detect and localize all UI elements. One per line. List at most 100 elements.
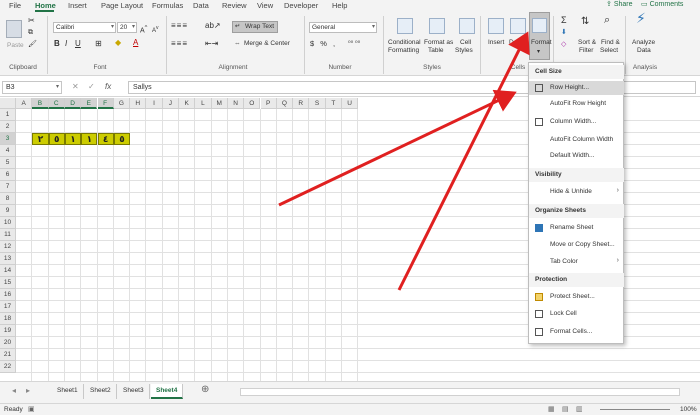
cell[interactable]: ٥ bbox=[113, 133, 131, 145]
column-header[interactable]: A bbox=[16, 98, 33, 109]
zoom-slider[interactable] bbox=[600, 409, 670, 410]
share-button[interactable]: ⇪ Share bbox=[606, 0, 633, 11]
tab-file[interactable]: File bbox=[9, 1, 21, 10]
conditional-formatting-icon[interactable] bbox=[397, 18, 413, 34]
macro-icon[interactable]: ▣ bbox=[28, 405, 35, 413]
normal-view-icon[interactable]: ▦ bbox=[548, 405, 555, 413]
italic-icon[interactable]: I bbox=[65, 40, 67, 48]
row-header[interactable]: 22 bbox=[0, 361, 16, 373]
scroll-right-icon[interactable]: ▸ bbox=[26, 386, 30, 395]
cell[interactable]: ٢ bbox=[32, 133, 49, 145]
insert-function-icon[interactable]: fx bbox=[105, 82, 111, 91]
cell[interactable]: ١ bbox=[81, 133, 98, 145]
row-header[interactable]: 10 bbox=[0, 217, 16, 229]
row-header[interactable]: 11 bbox=[0, 229, 16, 241]
grow-font-icon[interactable]: A^ bbox=[140, 24, 147, 35]
bold-icon[interactable]: B bbox=[54, 40, 60, 48]
align-top-icons[interactable]: ≡≡≡ bbox=[171, 22, 188, 30]
cancel-icon[interactable]: ✕ bbox=[72, 82, 79, 91]
menu-item-autofit-row[interactable]: AutoFit Row Height bbox=[529, 97, 624, 111]
row-header[interactable]: 21 bbox=[0, 349, 16, 361]
cell[interactable]: ٥ bbox=[48, 133, 65, 145]
font-name-select[interactable]: Calibri ▾ bbox=[53, 22, 116, 33]
fill-icon[interactable]: ⬇ bbox=[561, 29, 567, 37]
tab-developer[interactable]: Developer bbox=[284, 1, 318, 10]
row-header[interactable]: 12 bbox=[0, 241, 16, 253]
page-layout-view-icon[interactable]: ▤ bbox=[562, 405, 569, 413]
paste-icon[interactable] bbox=[6, 20, 22, 38]
scroll-left-icon[interactable]: ◂ bbox=[12, 386, 16, 395]
row-header[interactable]: 4 bbox=[0, 145, 16, 157]
analyze-data-button[interactable]: Analyze bbox=[632, 39, 655, 47]
row-header[interactable]: 16 bbox=[0, 289, 16, 301]
underline-icon[interactable]: U bbox=[75, 40, 81, 48]
enter-icon[interactable]: ✓ bbox=[88, 82, 95, 91]
column-header[interactable]: T bbox=[325, 98, 342, 109]
wrap-text-button[interactable]: ↵ Wrap Text bbox=[232, 21, 278, 33]
cut-icon[interactable]: ✂ bbox=[28, 17, 35, 25]
cell[interactable]: ١ bbox=[64, 133, 82, 145]
menu-item-column-width[interactable]: Column Width... bbox=[529, 115, 624, 129]
row-header[interactable]: 17 bbox=[0, 301, 16, 313]
tab-formulas[interactable]: Formulas bbox=[152, 1, 183, 10]
format-button[interactable]: Format ▾ bbox=[529, 12, 552, 60]
cell-styles-label[interactable]: Cell bbox=[460, 39, 471, 47]
number-format-select[interactable]: General ▾ bbox=[309, 22, 377, 33]
paste-button[interactable]: Paste bbox=[7, 42, 24, 50]
menu-item-lock-cell[interactable]: Lock Cell bbox=[529, 307, 624, 321]
column-header[interactable]: K bbox=[179, 98, 196, 109]
menu-item-autofit-column[interactable]: AutoFit Column Width bbox=[529, 133, 624, 147]
orientation-icon[interactable]: ab↗ bbox=[205, 22, 221, 30]
sheet-tab-3[interactable]: Sheet3 bbox=[118, 384, 150, 399]
menu-item-hide-unhide[interactable]: Hide & Unhide › bbox=[529, 185, 624, 199]
column-header[interactable]: E bbox=[81, 98, 98, 109]
sheet-tab-1[interactable]: Sheet1 bbox=[52, 384, 84, 399]
row-header[interactable]: 18 bbox=[0, 313, 16, 325]
row-header[interactable]: 13 bbox=[0, 253, 16, 265]
tab-view[interactable]: View bbox=[257, 1, 273, 10]
insert-cells-icon[interactable] bbox=[488, 18, 504, 34]
sheet-tab-2[interactable]: Sheet2 bbox=[85, 384, 117, 399]
clear-icon[interactable]: ◇ bbox=[561, 41, 566, 49]
tab-home[interactable]: Home bbox=[35, 1, 56, 10]
column-header[interactable]: J bbox=[162, 98, 179, 109]
indent-icons[interactable]: ⇤⇥ bbox=[205, 40, 218, 48]
autosum-icon[interactable]: Σ bbox=[561, 16, 567, 25]
tab-review[interactable]: Review bbox=[222, 1, 247, 10]
comments-button[interactable]: ▭ Comments bbox=[641, 0, 683, 11]
menu-item-default-width[interactable]: Default Width... bbox=[529, 149, 624, 163]
row-header[interactable]: 20 bbox=[0, 337, 16, 349]
column-header[interactable]: D bbox=[64, 98, 82, 109]
menu-item-move-copy[interactable]: Move or Copy Sheet... bbox=[529, 238, 624, 252]
column-header[interactable]: I bbox=[146, 98, 163, 109]
column-header[interactable]: G bbox=[113, 98, 131, 109]
row-header[interactable]: 15 bbox=[0, 277, 16, 289]
merge-center-button[interactable]: ⇔ Merge & Center bbox=[232, 39, 300, 51]
column-header[interactable]: R bbox=[293, 98, 310, 109]
select-all-corner[interactable] bbox=[0, 98, 16, 109]
sort-filter-button[interactable]: Sort & bbox=[578, 39, 596, 47]
sheet-tab-4[interactable]: Sheet4 bbox=[151, 384, 184, 399]
column-header[interactable]: B bbox=[32, 98, 49, 109]
row-header[interactable]: 2 bbox=[0, 121, 16, 133]
menu-item-rename-sheet[interactable]: Rename Sheet bbox=[529, 221, 624, 235]
menu-item-format-cells[interactable]: Format Cells... bbox=[529, 325, 624, 339]
column-header[interactable]: H bbox=[130, 98, 147, 109]
column-header[interactable]: O bbox=[244, 98, 261, 109]
delete-cells-icon[interactable] bbox=[510, 18, 526, 34]
decimal-icons[interactable]: ⁰⁰ ⁰⁰ bbox=[348, 40, 360, 48]
cell[interactable]: ٤ bbox=[97, 133, 114, 145]
column-header[interactable]: P bbox=[260, 98, 277, 109]
row-header[interactable]: 7 bbox=[0, 181, 16, 193]
name-box[interactable]: B3 bbox=[2, 81, 62, 94]
add-sheet-icon[interactable]: ⊕ bbox=[201, 384, 209, 395]
row-header[interactable]: 8 bbox=[0, 193, 16, 205]
column-header[interactable]: Q bbox=[276, 98, 294, 109]
column-header[interactable]: F bbox=[97, 98, 114, 109]
format-as-table-icon[interactable] bbox=[429, 18, 445, 34]
column-header[interactable]: S bbox=[309, 98, 326, 109]
row-header[interactable]: 6 bbox=[0, 169, 16, 181]
row-header[interactable]: 9 bbox=[0, 205, 16, 217]
sort-filter-icon[interactable]: ⇅ bbox=[581, 17, 589, 27]
analyze-data-icon[interactable]: ⚡ bbox=[636, 11, 646, 25]
